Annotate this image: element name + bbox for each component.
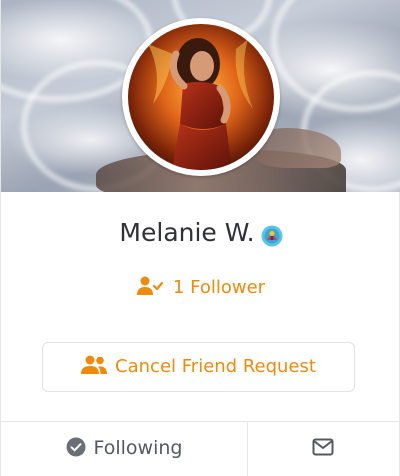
cancel-friend-request-button[interactable]: Cancel Friend Request [42, 342, 355, 392]
superhero-badge-icon [261, 221, 283, 247]
followers-label: 1 Follower [172, 277, 266, 298]
profile-name-row: Melanie W. [1, 215, 400, 251]
following-button[interactable]: Following [1, 422, 247, 476]
profile-name[interactable]: Melanie W. [119, 218, 254, 247]
check-circle-icon [66, 437, 85, 456]
following-label: Following [93, 437, 183, 459]
avatar[interactable] [122, 18, 280, 176]
user-check-icon [136, 276, 164, 295]
envelope-icon [312, 438, 334, 456]
followers-count[interactable]: 1 Follower [1, 274, 400, 302]
avatar-image [128, 24, 274, 170]
cancel-friend-request-label: Cancel Friend Request [115, 356, 316, 377]
message-button[interactable] [248, 422, 399, 476]
action-footer: Following [1, 421, 399, 476]
users-icon [81, 355, 108, 374]
profile-card: Melanie W. 1 Follower Cancel Friend Requ… [0, 0, 400, 476]
